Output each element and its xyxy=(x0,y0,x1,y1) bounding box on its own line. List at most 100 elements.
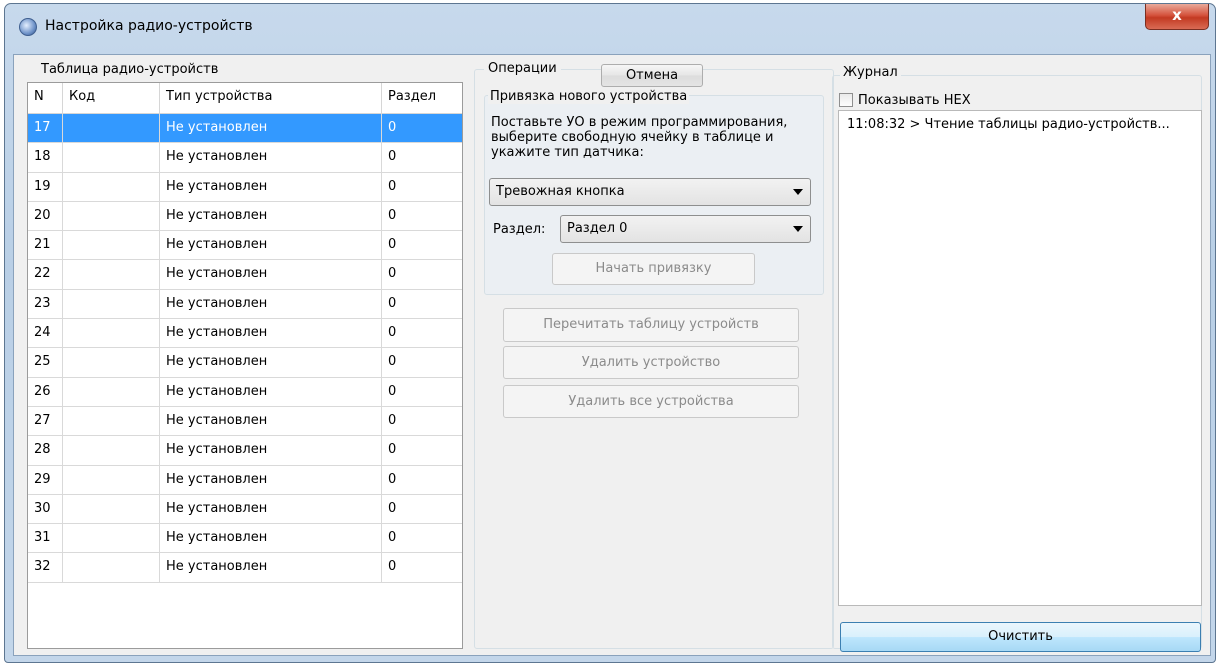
table-row[interactable]: 18 Не установлен 0 xyxy=(28,143,462,173)
table-header: N Код Тип устройства Раздел xyxy=(28,83,462,114)
cell-code xyxy=(63,436,160,465)
cancel-button[interactable]: Отмена xyxy=(601,64,703,87)
cell-n: 32 xyxy=(28,553,63,582)
table-row[interactable]: 32 Не установлен 0 xyxy=(28,553,462,583)
delete-device-button[interactable]: Удалить устройство xyxy=(503,346,799,379)
cell-n: 30 xyxy=(28,494,63,524)
cell-type: Не установлен xyxy=(160,143,382,172)
device-type-value: Тревожная кнопка xyxy=(496,184,625,199)
cell-n: 31 xyxy=(28,524,63,553)
cell-n: 28 xyxy=(28,436,63,465)
column-header-type[interactable]: Тип устройства xyxy=(160,83,382,113)
table-row[interactable]: 30 Не установлен 0 xyxy=(28,494,462,525)
dropdown-arrow-icon xyxy=(793,226,803,232)
operations-label: Операции xyxy=(484,61,561,76)
cell-type: Не установлен xyxy=(160,231,382,260)
device-type-select[interactable]: Тревожная кнопка xyxy=(489,178,811,206)
table-row[interactable]: 20 Не установлен 0 xyxy=(28,201,462,232)
cell-code xyxy=(63,201,160,231)
cell-code xyxy=(63,172,160,201)
device-table[interactable]: N Код Тип устройства Раздел 17 Не установ… xyxy=(27,82,463,649)
cell-n: 17 xyxy=(28,114,63,143)
cell-type: Не установлен xyxy=(160,465,382,494)
window-title: Настройка радио-устройств xyxy=(45,18,253,34)
start-binding-button[interactable]: Начать привязку xyxy=(552,253,755,285)
table-row[interactable]: 21 Не установлен 0 xyxy=(28,231,462,261)
cell-n: 25 xyxy=(28,348,63,377)
cell-code xyxy=(63,114,160,143)
cell-type: Не установлен xyxy=(160,524,382,553)
cell-code xyxy=(63,231,160,260)
dropdown-arrow-icon xyxy=(793,189,803,195)
cell-type: Не установлен xyxy=(160,494,382,524)
cell-section: 0 xyxy=(388,559,397,575)
cell-n: 24 xyxy=(28,319,63,348)
cell-section: 0 xyxy=(388,120,397,135)
cell-type: Не установлен xyxy=(160,260,382,289)
cell-section: 0 xyxy=(388,325,397,341)
table-row[interactable]: 25 Не установлен 0 xyxy=(28,348,462,378)
column-header-code[interactable]: Код xyxy=(63,83,160,113)
cell-type: Не установлен xyxy=(160,406,382,436)
cell-type: Не установлен xyxy=(160,172,382,201)
cell-n: 19 xyxy=(28,172,63,201)
table-row[interactable]: 26 Не установлен 0 xyxy=(28,377,462,407)
cell-code xyxy=(63,377,160,406)
section-select[interactable]: Раздел 0 xyxy=(560,215,811,243)
cell-section: 0 xyxy=(388,295,397,311)
cell-type: Не установлен xyxy=(160,201,382,231)
cell-code xyxy=(63,553,160,582)
cell-section: 0 xyxy=(388,383,397,399)
table-row[interactable]: 19 Не установлен 0 xyxy=(28,172,462,202)
cell-type: Не установлен xyxy=(160,114,382,143)
reread-table-button[interactable]: Перечитать таблицу устройств xyxy=(503,308,799,342)
client-area: Таблица радио-устройств N Код Тип устрой… xyxy=(13,54,1211,656)
cell-code xyxy=(63,289,160,319)
cell-section: 0 xyxy=(388,149,397,165)
log-textarea[interactable]: 11:08:32 > Чтение таблицы радио-устройст… xyxy=(838,110,1202,606)
cell-type: Не установлен xyxy=(160,553,382,582)
binding-instruction: Поставьте УО в режим программирования, в… xyxy=(491,115,788,160)
show-hex-checkbox[interactable] xyxy=(839,93,853,107)
section-value: Раздел 0 xyxy=(567,221,628,236)
table-row[interactable]: 29 Не установлен 0 xyxy=(28,465,462,495)
table-row[interactable]: 23 Не установлен 0 xyxy=(28,289,462,320)
table-row[interactable]: 22 Не установлен 0 xyxy=(28,260,462,290)
cell-code xyxy=(63,494,160,524)
cell-section: 0 xyxy=(388,442,397,458)
table-row[interactable]: 27 Не установлен 0 xyxy=(28,406,462,437)
cell-section: 0 xyxy=(388,412,397,428)
close-button[interactable]: x xyxy=(1145,4,1209,30)
main-window: Настройка радио-устройств x Таблица ради… xyxy=(4,3,1216,663)
cell-n: 26 xyxy=(28,377,63,406)
cell-section: 0 xyxy=(388,471,397,487)
cell-code xyxy=(63,260,160,289)
cell-section: 0 xyxy=(388,237,397,253)
binding-group-label: Привязка нового устройства xyxy=(488,89,690,104)
table-row[interactable]: 31 Не установлен 0 xyxy=(28,524,462,554)
table-row[interactable]: 17 Не установлен 0 xyxy=(28,114,462,144)
cell-code xyxy=(63,143,160,172)
radio-app-icon xyxy=(19,18,37,36)
table-row[interactable]: 24 Не установлен 0 xyxy=(28,319,462,349)
show-hex-label[interactable]: Показывать HEX xyxy=(858,93,971,108)
cell-type: Не установлен xyxy=(160,319,382,348)
table-row[interactable]: 28 Не установлен 0 xyxy=(28,436,462,466)
cell-n: 20 xyxy=(28,201,63,231)
column-header-n[interactable]: N xyxy=(28,83,63,113)
section-label: Раздел: xyxy=(493,222,546,237)
cell-code xyxy=(63,465,160,494)
cell-section: 0 xyxy=(388,266,397,282)
cell-n: 29 xyxy=(28,465,63,494)
cell-code xyxy=(63,319,160,348)
cell-section: 0 xyxy=(388,178,397,194)
cell-section: 0 xyxy=(388,500,397,516)
title-bar[interactable]: Настройка радио-устройств x xyxy=(5,4,1215,50)
delete-all-devices-button[interactable]: Удалить все устройства xyxy=(503,385,799,418)
column-header-section[interactable]: Раздел xyxy=(382,83,462,113)
cell-n: 21 xyxy=(28,231,63,260)
clear-log-button[interactable]: Очистить xyxy=(840,622,1201,652)
cell-type: Не установлен xyxy=(160,289,382,319)
cell-section: 0 xyxy=(388,354,397,370)
cell-type: Не установлен xyxy=(160,436,382,465)
